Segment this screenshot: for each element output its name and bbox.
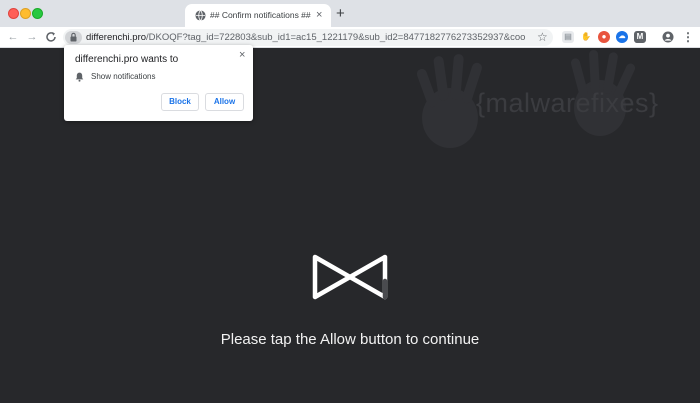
new-tab-button[interactable]: + xyxy=(336,6,345,21)
globe-icon xyxy=(195,10,206,21)
block-button[interactable]: Block xyxy=(161,93,199,111)
instruction-message: Please tap the Allow button to continue xyxy=(220,331,480,348)
docs-icon[interactable]: ▤ xyxy=(562,31,574,43)
lock-icon xyxy=(70,32,77,42)
maximize-window-button[interactable] xyxy=(32,8,43,19)
bookmark-star-icon[interactable]: ☆ xyxy=(537,29,548,46)
site-info-button[interactable] xyxy=(65,31,82,44)
minimize-window-button[interactable] xyxy=(20,8,31,19)
bowtie-logo-icon xyxy=(312,254,388,300)
shield-icon[interactable]: ● xyxy=(598,31,610,43)
bell-icon xyxy=(75,72,84,82)
close-window-button[interactable] xyxy=(8,8,19,19)
url-text[interactable]: differenchi.pro/DKOQF?tag_id=722803&sub_… xyxy=(86,31,526,44)
popup-title: differenchi.pro wants to xyxy=(75,54,179,65)
m-icon[interactable]: M xyxy=(634,31,646,43)
watermark-text: {malwarefixes} xyxy=(476,88,659,118)
notification-permission-popup: differenchi.pro wants to × Show notifica… xyxy=(64,45,253,121)
url-host: differenchi.pro xyxy=(86,32,147,43)
tab-active[interactable]: ## Confirm notifications ## × xyxy=(185,4,331,27)
hand-icon[interactable]: ✋ xyxy=(580,31,592,43)
tab-close-button[interactable]: × xyxy=(316,8,322,22)
reload-icon[interactable] xyxy=(44,30,58,44)
profile-avatar-icon[interactable] xyxy=(662,31,674,43)
permission-label: Show notifications xyxy=(91,72,156,81)
cloud-icon[interactable]: ☁ xyxy=(616,31,628,43)
back-button[interactable]: ← xyxy=(6,30,20,44)
popup-close-button[interactable]: × xyxy=(239,49,245,61)
tab-strip: ## Confirm notifications ## × + xyxy=(0,0,700,27)
allow-button[interactable]: Allow xyxy=(205,93,244,111)
menu-kebab-icon[interactable]: ⋮ xyxy=(682,31,694,43)
url-path: /DKOQF?tag_id=722803&sub_id1=ac15_122117… xyxy=(146,32,526,43)
address-bar[interactable]: differenchi.pro/DKOQF?tag_id=722803&sub_… xyxy=(63,29,553,46)
forward-button[interactable]: → xyxy=(25,30,39,44)
tab-title: ## Confirm notifications ## xyxy=(210,10,311,20)
